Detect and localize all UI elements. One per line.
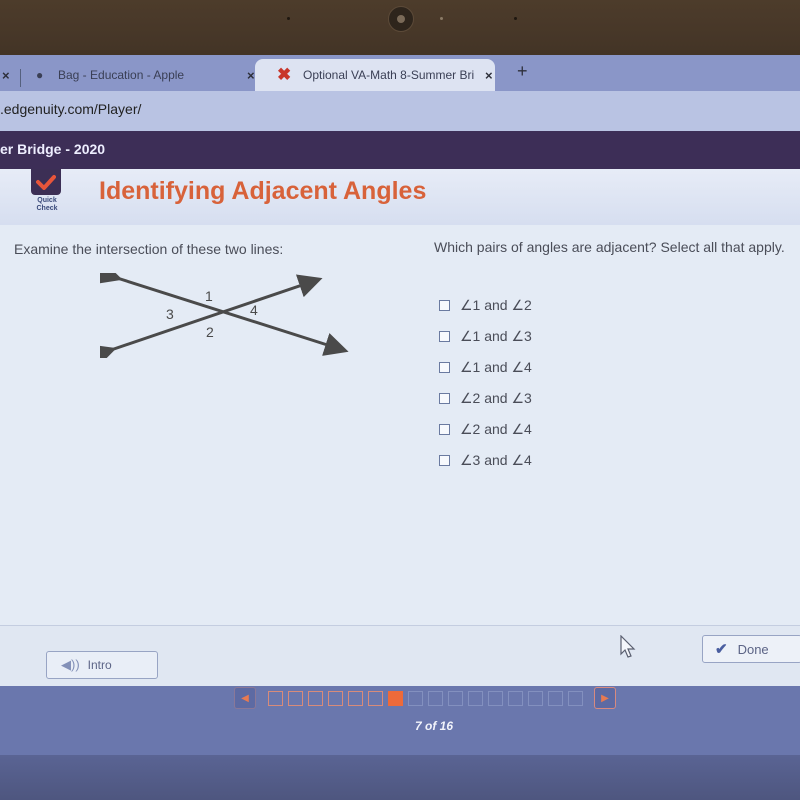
page-indicator[interactable]: [508, 690, 523, 706]
intro-button[interactable]: ◀)) Intro: [46, 651, 158, 679]
checkbox[interactable]: [439, 300, 450, 311]
angle-label-2: 2: [206, 324, 214, 340]
close-tab-icon[interactable]: ×: [247, 68, 255, 83]
checkbox[interactable]: [439, 362, 450, 373]
page-indicator[interactable]: [488, 690, 503, 706]
tab-bag-education[interactable]: × ● Bag - Education - Apple ×: [0, 59, 265, 91]
page-indicator[interactable]: [368, 690, 383, 706]
page-indicator[interactable]: [408, 690, 423, 706]
checkbox[interactable]: [439, 331, 450, 342]
angle-label-4: 4: [250, 302, 258, 318]
new-tab-button[interactable]: +: [517, 61, 528, 82]
triangle-right-icon: ▶: [601, 692, 609, 704]
option-label: ∠2 and ∠4: [460, 421, 532, 437]
checkbox[interactable]: [439, 424, 450, 435]
checkmark-icon: [36, 175, 56, 190]
page-indicator[interactable]: [268, 690, 283, 706]
answer-options: ∠1 and ∠2 ∠1 and ∠3 ∠1 and ∠4 ∠2 and ∠3 …: [439, 290, 532, 476]
question-text: Which pairs of angles are adjacent? Sele…: [434, 239, 785, 255]
option-2-and-4[interactable]: ∠2 and ∠4: [439, 414, 532, 445]
option-label: ∠1 and ∠2: [460, 297, 532, 313]
page-indicator[interactable]: [328, 690, 343, 706]
intro-label: Intro: [87, 658, 112, 672]
done-label: Done: [737, 641, 769, 657]
page-indicators: [268, 690, 588, 706]
page-indicator[interactable]: [468, 690, 483, 706]
edgenuity-x-icon: ✖: [277, 65, 292, 84]
quick-check-label: Quick Check: [28, 197, 66, 213]
apple-icon: ●: [36, 68, 44, 82]
screen-lower-edge: [0, 755, 800, 800]
triangle-left-icon: ◀: [241, 692, 249, 704]
tab-label: Bag - Education - Apple: [58, 68, 185, 82]
quick-check-badge: [31, 169, 61, 195]
option-1-and-4[interactable]: ∠1 and ∠4: [439, 352, 532, 383]
previous-page-button[interactable]: ◀: [234, 687, 256, 709]
option-2-and-3[interactable]: ∠2 and ∠3: [439, 383, 532, 414]
address-bar[interactable]: .edgenuity.com/Player/: [0, 91, 800, 131]
page-indicator[interactable]: [528, 690, 543, 706]
camera-light: [440, 17, 443, 20]
screen: × ● Bag - Education - Apple × ✖ Optional…: [0, 55, 800, 800]
webcam: [388, 6, 414, 32]
question-panel: Examine the intersection of these two li…: [0, 225, 800, 685]
page-indicator[interactable]: [288, 690, 303, 706]
tab-separator: [20, 69, 21, 87]
checkbox[interactable]: [439, 455, 450, 466]
option-label: ∠3 and ∠4: [460, 452, 532, 468]
page-indicator[interactable]: [348, 690, 363, 706]
checkmark-icon: ✔: [715, 641, 728, 658]
tab-label: Optional VA-Math 8-Summer Bri: [303, 68, 475, 82]
checkbox[interactable]: [439, 393, 450, 404]
tab-optional-va-math[interactable]: ✖ Optional VA-Math 8-Summer Bri ×: [255, 59, 495, 91]
problem-prompt: Examine the intersection of these two li…: [14, 241, 284, 257]
page-indicator-current[interactable]: [388, 690, 403, 706]
bezel-sensor: [287, 17, 290, 20]
option-1-and-2[interactable]: ∠1 and ∠2: [439, 290, 532, 321]
close-tab-icon[interactable]: ×: [2, 68, 10, 83]
option-label: ∠2 and ∠3: [460, 390, 532, 406]
option-label: ∠1 and ∠3: [460, 328, 532, 344]
page-indicator[interactable]: [568, 690, 583, 706]
quick-check-label-line2: Check: [36, 205, 58, 212]
done-button[interactable]: ✔ Done: [702, 635, 800, 663]
url-text[interactable]: .edgenuity.com/Player/: [0, 101, 141, 117]
speaker-icon: ◀)): [61, 657, 80, 672]
angle-label-3: 3: [166, 306, 174, 322]
page-navigation: ◀ ▶: [234, 687, 616, 709]
page-indicator[interactable]: [448, 690, 463, 706]
page-indicator[interactable]: [428, 690, 443, 706]
close-tab-icon[interactable]: ×: [485, 68, 493, 83]
bezel-sensor: [514, 17, 517, 20]
mouse-cursor-icon: [620, 635, 636, 658]
lesson-title: Identifying Adjacent Angles: [99, 177, 427, 205]
page-counter: 7 of 16: [414, 719, 453, 733]
page-indicator[interactable]: [548, 690, 563, 706]
option-1-and-3[interactable]: ∠1 and ∠3: [439, 321, 532, 352]
angle-label-1: 1: [205, 288, 213, 304]
option-3-and-4[interactable]: ∠3 and ∠4: [439, 445, 532, 476]
intersecting-lines-diagram: 1 2 3 4: [100, 273, 349, 358]
option-label: ∠1 and ∠4: [460, 359, 532, 375]
next-page-button[interactable]: ▶: [594, 687, 616, 709]
page-indicator[interactable]: [308, 690, 323, 706]
browser-tab-strip: × ● Bag - Education - Apple × ✖ Optional…: [0, 55, 800, 91]
course-header: er Bridge - 2020: [0, 131, 800, 169]
laptop-bezel: [0, 0, 800, 55]
quick-check-label-line1: Quick: [37, 197, 57, 204]
lesson-header: Quick Check Identifying Adjacent Angles: [0, 169, 800, 226]
course-title: er Bridge - 2020: [0, 141, 106, 157]
